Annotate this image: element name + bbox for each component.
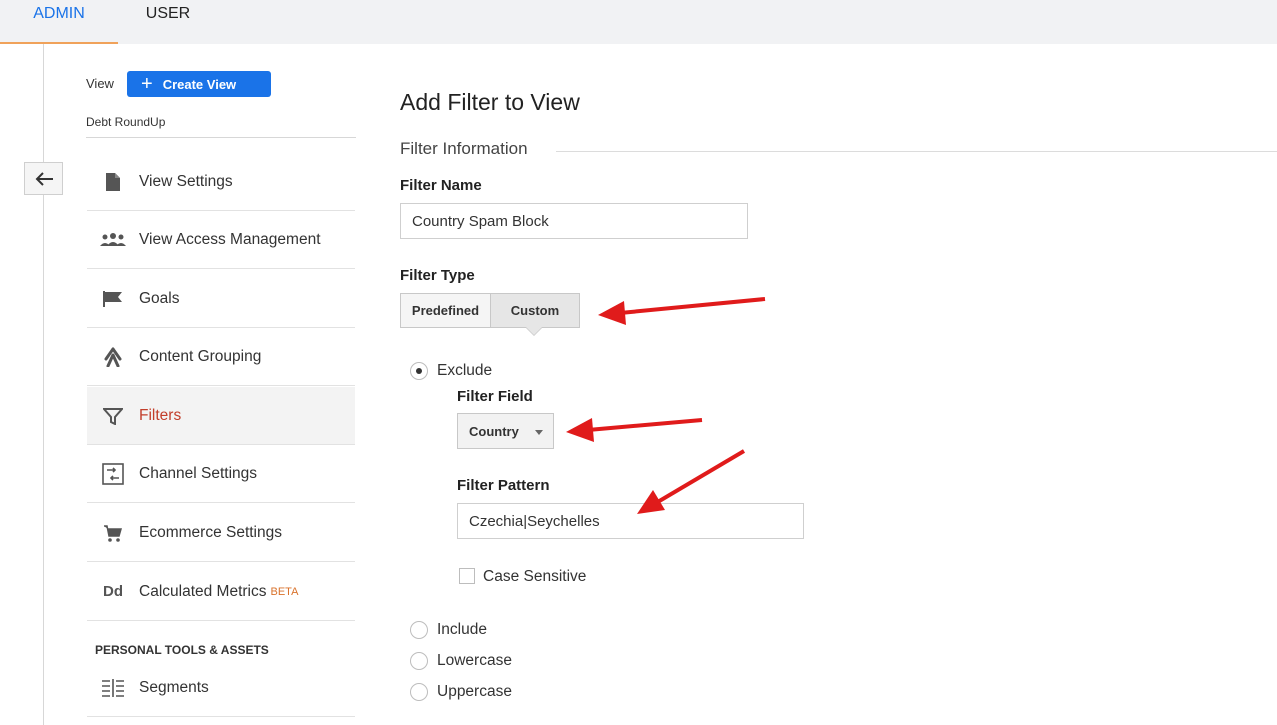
- sidebar-item-label: Content Grouping: [139, 347, 262, 365]
- plus-icon: +: [141, 73, 153, 95]
- view-label: View: [86, 76, 114, 91]
- uppercase-label: Uppercase: [437, 683, 512, 700]
- section-heading: PERSONAL TOOLS & ASSETS: [95, 643, 273, 657]
- lowercase-label: Lowercase: [437, 652, 512, 669]
- uppercase-radio[interactable]: [410, 683, 428, 701]
- exclude-radio[interactable]: [410, 362, 428, 380]
- flag-icon: [87, 290, 139, 308]
- sidebar-item-label: View Settings: [139, 172, 233, 190]
- sidebar-item-label: View Access Management: [139, 230, 321, 248]
- sidebar-item-label: Segments: [139, 678, 209, 696]
- dd-icon: Dd: [103, 583, 123, 600]
- sidebar-item-content-grouping[interactable]: Content Grouping: [87, 328, 355, 386]
- back-button[interactable]: [24, 162, 63, 195]
- channel-settings-icon: [87, 462, 139, 485]
- selection-caret-fill: [526, 327, 542, 335]
- create-view-label: Create View: [162, 76, 237, 92]
- filter-type-label: Filter Type: [400, 267, 475, 284]
- sidebar-item-label: Ecommerce Settings: [139, 523, 282, 541]
- filter-field-dropdown[interactable]: Country: [457, 413, 554, 449]
- divider: [556, 151, 1277, 152]
- lowercase-radio[interactable]: [410, 652, 428, 670]
- exclude-label: Exclude: [437, 362, 493, 379]
- sidebar-item-view-access-management[interactable]: View Access Management: [87, 211, 355, 269]
- sidebar-item-segments[interactable]: Segments: [87, 659, 355, 717]
- sidebar-item-ecommerce-settings[interactable]: Ecommerce Settings: [87, 504, 355, 562]
- arrow-left-icon: [35, 171, 53, 186]
- tab-user[interactable]: USER: [118, 0, 218, 44]
- cart-icon: [87, 523, 139, 543]
- case-sensitive-label: Case Sensitive: [483, 568, 587, 585]
- custom-option[interactable]: Custom: [491, 294, 579, 327]
- filter-type-toggle: Predefined Custom: [400, 293, 580, 328]
- dropdown-arrow-icon: [535, 430, 543, 435]
- annotation-arrow-custom: [598, 297, 766, 325]
- predefined-option[interactable]: Predefined: [401, 294, 491, 327]
- segments-icon: [87, 678, 139, 697]
- sidebar-item-label: Filters: [139, 406, 182, 424]
- filter-name-input[interactable]: [400, 203, 748, 239]
- top-tab-bar: ADMIN USER: [0, 0, 1277, 44]
- sidebar-item-label: Goals: [139, 289, 180, 307]
- divider: [86, 137, 356, 138]
- sidebar-item-goals[interactable]: Goals: [87, 270, 355, 328]
- tab-admin[interactable]: ADMIN: [0, 0, 118, 44]
- filter-icon: [87, 407, 139, 425]
- filter-name-label: Filter Name: [400, 177, 482, 194]
- filter-pattern-input[interactable]: [457, 503, 804, 539]
- beta-badge: BETA: [270, 585, 299, 598]
- sidebar-item-channel-settings[interactable]: Channel Settings: [87, 445, 355, 503]
- sidebar-item-label: Calculated Metrics: [139, 582, 267, 600]
- annotation-arrow-filter-field: [566, 418, 703, 442]
- sidebar-item-calculated-metrics[interactable]: Dd Calculated Metrics BETA: [87, 563, 355, 621]
- include-radio[interactable]: [410, 621, 428, 639]
- include-label: Include: [437, 621, 487, 638]
- filter-pattern-label: Filter Pattern: [457, 477, 550, 494]
- sidebar-item-label: Channel Settings: [139, 464, 258, 482]
- view-name[interactable]: Debt RoundUp: [86, 115, 165, 129]
- people-icon: [87, 232, 139, 248]
- content-grouping-icon: [87, 347, 139, 367]
- sidebar-item-view-settings[interactable]: View Settings: [87, 153, 355, 211]
- case-sensitive-checkbox[interactable]: [459, 568, 475, 584]
- page-title: Add Filter to View: [400, 89, 580, 115]
- filter-field-value: Country: [469, 423, 519, 439]
- document-icon: [87, 172, 139, 192]
- create-view-button[interactable]: + Create View: [127, 71, 271, 97]
- section-title: Filter Information: [400, 139, 528, 158]
- sidebar-divider: [43, 44, 44, 725]
- sidebar-item-filters[interactable]: Filters: [87, 387, 355, 445]
- filter-field-label: Filter Field: [457, 388, 533, 405]
